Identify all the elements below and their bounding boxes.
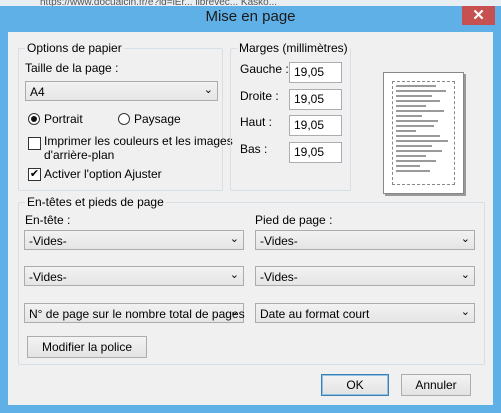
preview-text-line (396, 100, 440, 102)
chevron-down-icon: ⌄ (460, 233, 470, 245)
preview-text-line (396, 95, 432, 97)
dialog-body: Options de papier Taille de la page : A4… (8, 32, 493, 405)
dialog-title: Mise en page (205, 8, 296, 25)
left-margin-input[interactable]: 19,05 (289, 62, 342, 83)
close-button[interactable]: ✕ (462, 6, 495, 25)
preview-text-line (396, 160, 436, 162)
footer-select-3[interactable]: Date au format court ⌄ (255, 303, 475, 323)
footer-select-3-value: Date au format court (260, 307, 370, 321)
bottom-margin-label: Bas : (240, 142, 268, 156)
chevron-down-icon: ⌄ (460, 306, 470, 318)
chevron-down-icon: ⌄ (229, 306, 239, 318)
header-select-1[interactable]: -Vides- ⌄ (24, 230, 244, 250)
bottom-margin-input[interactable]: 19,05 (289, 142, 342, 163)
preview-text-line (396, 130, 416, 132)
portrait-radio[interactable] (28, 113, 40, 125)
footer-select-2[interactable]: -Vides- ⌄ (255, 266, 475, 286)
margins-label: Marges (millimètres) (237, 41, 350, 55)
close-icon: ✕ (472, 7, 485, 24)
preview-text-line (396, 110, 444, 112)
paper-options-label: Options de papier (25, 41, 124, 55)
top-margin-label: Haut : (240, 115, 273, 129)
shrink-to-fit-checkbox[interactable]: ✔ (28, 168, 41, 181)
top-margin-input[interactable]: 19,05 (289, 115, 342, 136)
header-select-3-value: N° de page sur le nombre total de pages (29, 307, 245, 321)
portrait-label[interactable]: Portrait (44, 112, 83, 126)
headers-footers-label: En-têtes et pieds de page (25, 195, 166, 209)
preview-text-line (396, 150, 442, 152)
checkmark-icon: ✔ (29, 168, 40, 180)
chevron-down-icon: ⌄ (460, 269, 470, 281)
margins-group: Marges (millimètres) Gauche : 19,05 Droi… (230, 41, 351, 191)
preview-text-line (396, 165, 420, 167)
right-margin-label: Droite : (240, 89, 279, 103)
print-background-label-1[interactable]: Imprimer les couleurs et les images (44, 134, 233, 148)
titlebar: Mise en page ✕ (0, 6, 501, 32)
preview-text-line (396, 85, 436, 87)
right-margin-input[interactable]: 19,05 (289, 89, 342, 110)
page-size-select[interactable]: A4 ⌄ (25, 81, 218, 101)
dialog-window: https://www.docuaicin.fr/e?id=lEr... lib… (0, 0, 501, 413)
cancel-button[interactable]: Annuler (401, 374, 471, 396)
chevron-down-icon: ⌄ (229, 233, 239, 245)
header-label: En-tête : (25, 213, 71, 227)
chevron-down-icon: ⌄ (229, 269, 239, 281)
paper-options-group: Options de papier Taille de la page : A4… (18, 41, 233, 191)
preview-text-line (396, 135, 440, 137)
preview-text-line (396, 120, 438, 122)
footer-label: Pied de page : (255, 213, 333, 227)
page-size-value: A4 (30, 85, 45, 99)
preview-margin-outline (392, 81, 455, 185)
preview-text-line (396, 125, 434, 127)
change-font-button[interactable]: Modifier la police (27, 336, 147, 358)
footer-select-1-value: -Vides- (260, 234, 298, 248)
header-select-3[interactable]: N° de page sur le nombre total de pages … (24, 303, 245, 323)
preview-text-line (396, 170, 430, 172)
ok-button[interactable]: OK (321, 374, 389, 396)
landscape-radio[interactable] (118, 113, 130, 125)
preview-text-line (396, 155, 426, 157)
header-select-1-value: -Vides- (29, 234, 67, 248)
shrink-to-fit-label[interactable]: Activer l'option Ajuster (44, 167, 162, 181)
page-size-label: Taille de la page : (25, 61, 119, 75)
landscape-label[interactable]: Paysage (134, 112, 181, 126)
header-select-2-value: -Vides- (29, 270, 67, 284)
header-select-2[interactable]: -Vides- ⌄ (24, 266, 244, 286)
print-background-label-2[interactable]: d'arrière-plan (44, 148, 114, 162)
print-background-checkbox[interactable] (28, 137, 41, 150)
preview-text-line (396, 105, 426, 107)
preview-text-line (396, 115, 422, 117)
headers-footers-group: En-têtes et pieds de page En-tête : Pied… (18, 195, 485, 365)
left-margin-label: Gauche : (240, 62, 289, 76)
preview-text-line (396, 90, 446, 92)
footer-select-2-value: -Vides- (260, 270, 298, 284)
chevron-down-icon: ⌄ (203, 84, 213, 96)
preview-text-line (396, 140, 448, 142)
page-preview (383, 72, 464, 194)
footer-select-1[interactable]: -Vides- ⌄ (255, 230, 475, 250)
preview-text-line (396, 145, 432, 147)
